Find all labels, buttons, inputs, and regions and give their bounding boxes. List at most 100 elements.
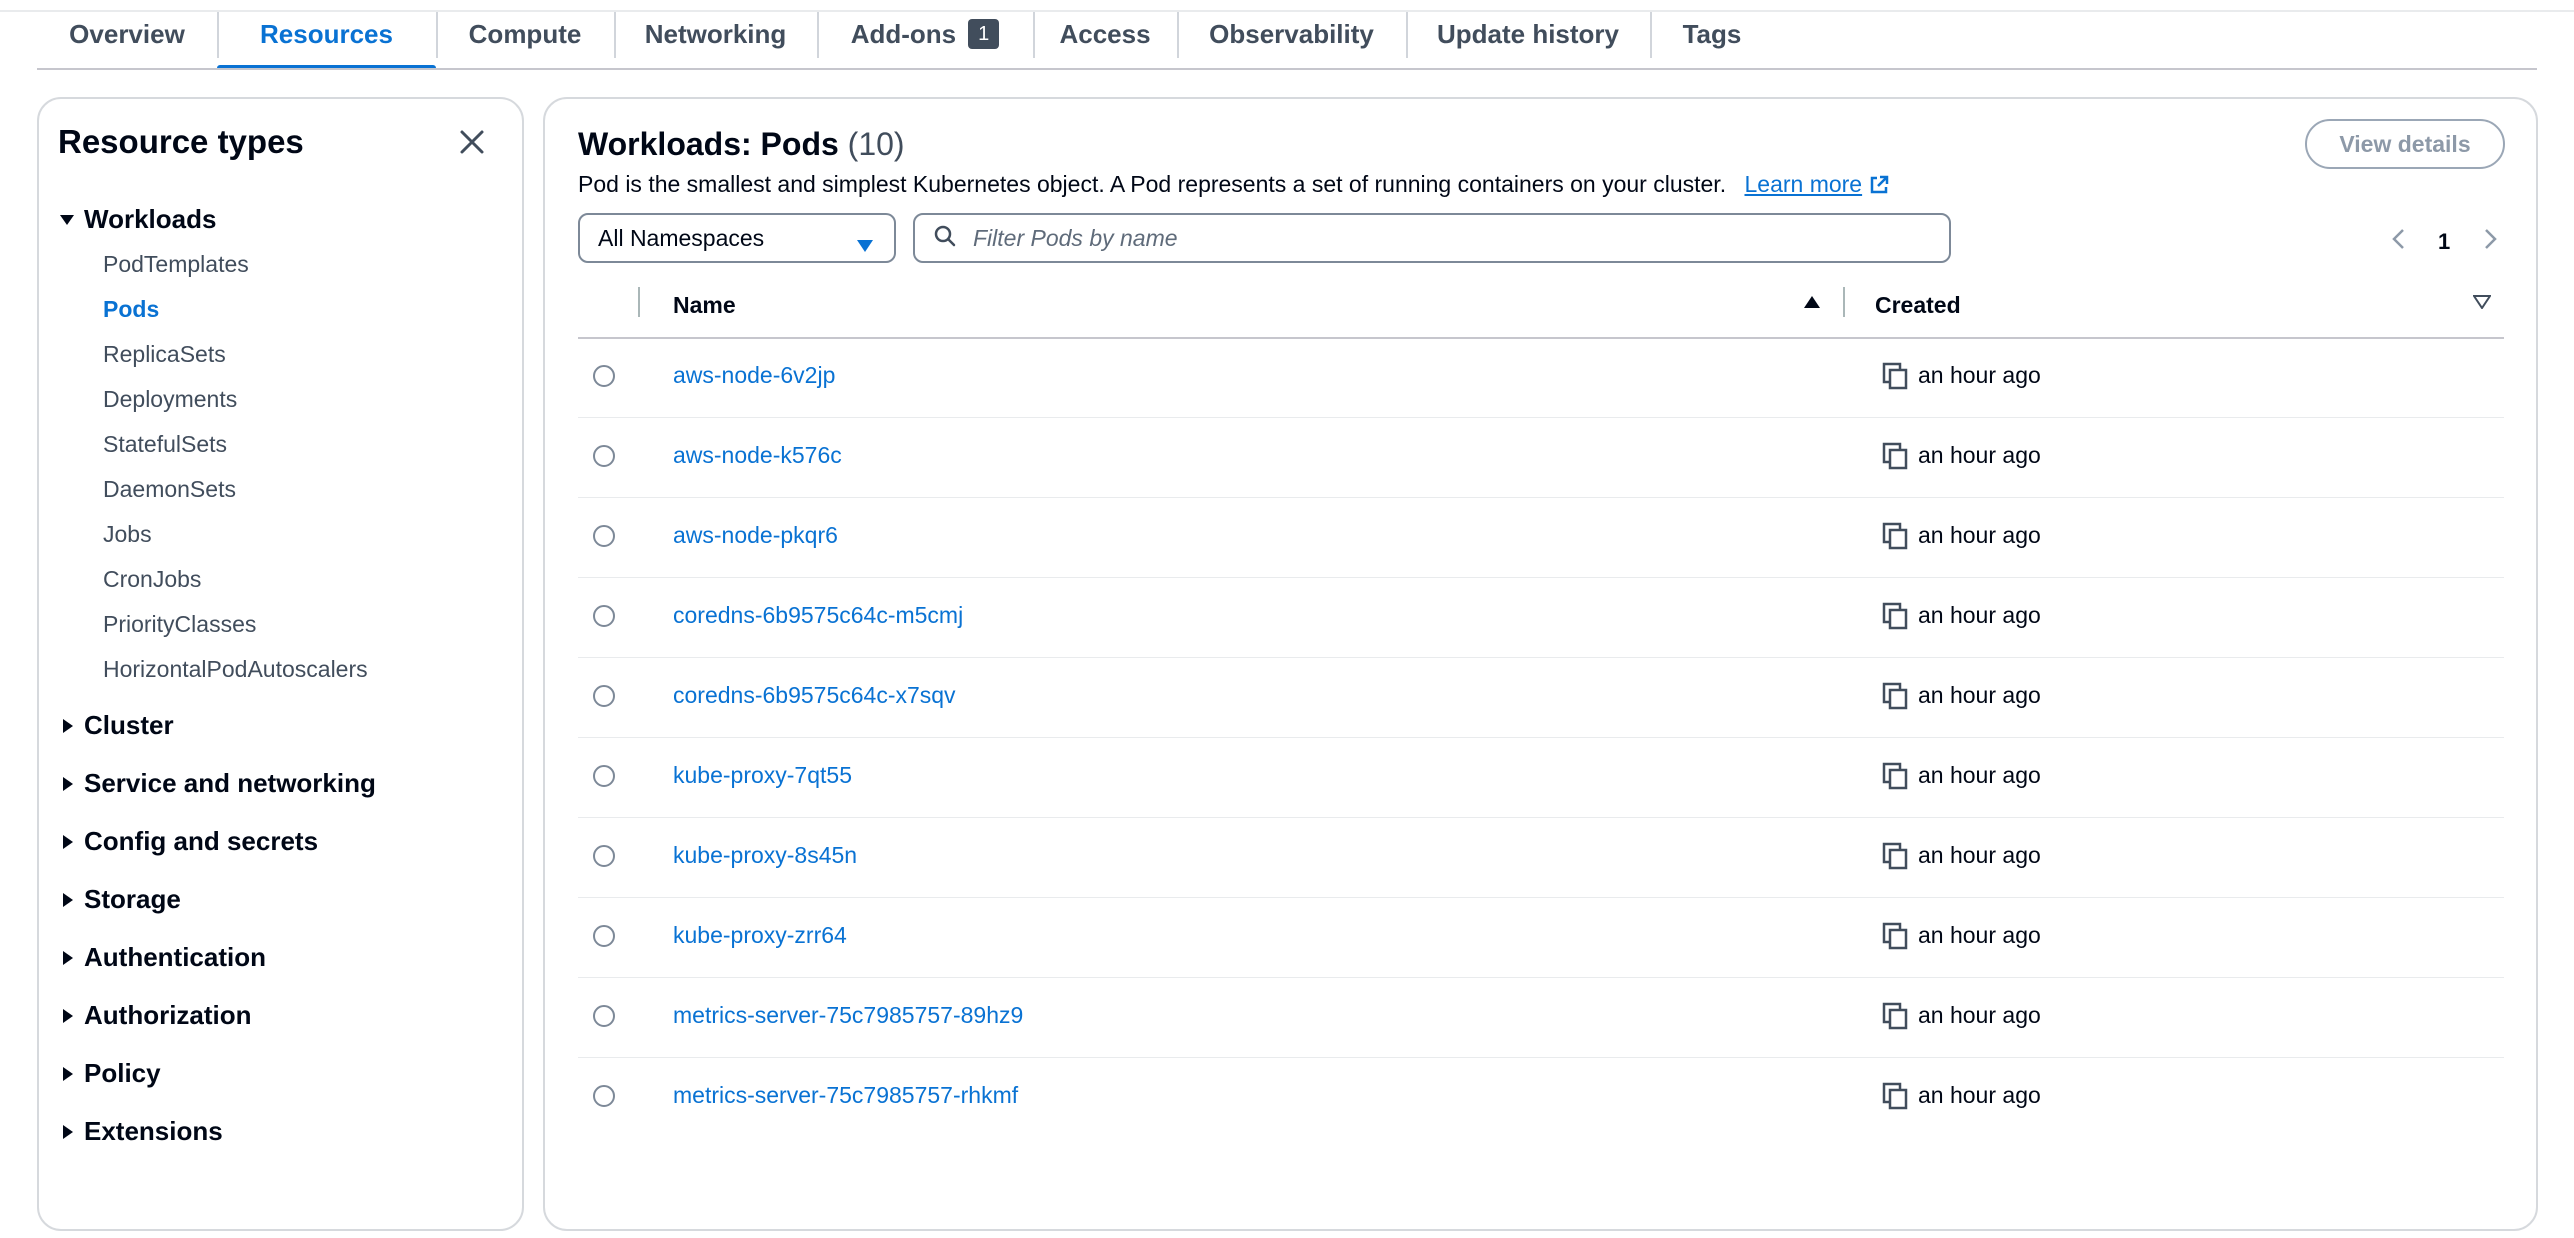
table-row[interactable]: kube-proxy-7qt55 an hour ago [578, 737, 2504, 818]
tab-overview[interactable]: Overview [37, 0, 217, 68]
table-row[interactable]: aws-node-k576c an hour ago [578, 417, 2504, 498]
view-details-button[interactable]: View details [2305, 119, 2505, 169]
tab-access[interactable]: Access [1033, 0, 1177, 68]
caret-right-icon [56, 1121, 78, 1143]
row-select-radio[interactable] [593, 685, 615, 707]
copy-icon[interactable] [1882, 842, 1908, 875]
copy-icon[interactable] [1882, 1002, 1908, 1035]
row-select-radio[interactable] [593, 525, 615, 547]
table-row[interactable]: kube-proxy-zrr64 an hour ago [578, 897, 2504, 978]
group-authentication[interactable]: Authentication [56, 942, 266, 973]
sort-descending-icon[interactable] [2472, 295, 2492, 314]
group-label: Policy [84, 1058, 161, 1088]
created-time: an hour ago [1918, 842, 2041, 868]
group-cluster[interactable]: Cluster [56, 710, 174, 741]
tab-add-ons[interactable]: Add-ons 1 [817, 0, 1033, 68]
resource-types-panel: Resource types Workloads PodTemplates Po… [37, 97, 524, 1231]
tab-label: Compute [468, 18, 582, 49]
caret-right-icon [56, 715, 78, 737]
filter-pods-field[interactable] [913, 213, 1951, 263]
pod-count: (10) [847, 126, 905, 162]
tab-label: Tags [1682, 18, 1742, 49]
column-divider [1843, 287, 1845, 317]
created-time: an hour ago [1918, 362, 2041, 388]
pod-name-link[interactable]: kube-proxy-8s45n [673, 842, 857, 869]
group-service-and-networking[interactable]: Service and networking [56, 768, 376, 799]
copy-icon[interactable] [1882, 1082, 1908, 1115]
tab-update-history[interactable]: Update history [1406, 0, 1650, 68]
sidebar-item-pods[interactable]: Pods [103, 296, 159, 323]
table-row[interactable]: coredns-6b9575c64c-m5cmj an hour ago [578, 577, 2504, 658]
next-page-icon[interactable] [2479, 227, 2501, 251]
current-page[interactable]: 1 [2438, 229, 2450, 255]
tab-resources[interactable]: Resources [217, 0, 436, 70]
pod-name-link[interactable]: aws-node-6v2jp [673, 362, 835, 389]
row-select-radio[interactable] [593, 925, 615, 947]
copy-icon[interactable] [1882, 442, 1908, 475]
sidebar-item-priorityclasses[interactable]: PriorityClasses [103, 611, 256, 638]
group-label: Authorization [84, 1000, 252, 1030]
table-row[interactable]: metrics-server-75c7985757-rhkmf an hour … [578, 1057, 2504, 1137]
table-row[interactable]: metrics-server-75c7985757-89hz9 an hour … [578, 977, 2504, 1058]
created-time: an hour ago [1918, 522, 2041, 548]
pod-name-link[interactable]: coredns-6b9575c64c-x7sqv [673, 682, 956, 709]
copy-icon[interactable] [1882, 682, 1908, 715]
sidebar-item-replicasets[interactable]: ReplicaSets [103, 341, 226, 368]
group-workloads[interactable]: Workloads [56, 204, 216, 235]
column-header-name[interactable]: Name [673, 292, 736, 319]
copy-icon[interactable] [1882, 602, 1908, 635]
pod-name-link[interactable]: coredns-6b9575c64c-m5cmj [673, 602, 963, 629]
tab-tags[interactable]: Tags [1650, 0, 1774, 68]
copy-icon[interactable] [1882, 522, 1908, 555]
sort-ascending-icon[interactable] [1803, 295, 1821, 314]
sidebar-item-deployments[interactable]: Deployments [103, 386, 237, 413]
close-icon[interactable] [457, 127, 487, 157]
learn-more-link[interactable]: Learn more [1744, 171, 1890, 197]
pod-name-link[interactable]: metrics-server-75c7985757-rhkmf [673, 1082, 1018, 1109]
group-config-and-secrets[interactable]: Config and secrets [56, 826, 318, 857]
copy-icon[interactable] [1882, 362, 1908, 395]
sidebar-item-jobs[interactable]: Jobs [103, 521, 152, 548]
table-row[interactable]: aws-node-pkqr6 an hour ago [578, 497, 2504, 578]
group-label: Authentication [84, 942, 266, 972]
title-text: Workloads: Pods [578, 126, 839, 162]
pod-name-link[interactable]: kube-proxy-7qt55 [673, 762, 852, 789]
pod-name-link[interactable]: aws-node-k576c [673, 442, 842, 469]
group-policy[interactable]: Policy [56, 1058, 161, 1089]
table-row[interactable]: aws-node-6v2jp an hour ago [578, 337, 2504, 418]
row-select-radio[interactable] [593, 445, 615, 467]
tab-observability[interactable]: Observability [1177, 0, 1406, 68]
row-select-radio[interactable] [593, 1085, 615, 1107]
tab-networking[interactable]: Networking [614, 0, 817, 68]
sidebar-item-statefulsets[interactable]: StatefulSets [103, 431, 227, 458]
group-storage[interactable]: Storage [56, 884, 181, 915]
pod-name-link[interactable]: aws-node-pkqr6 [673, 522, 838, 549]
row-select-radio[interactable] [593, 845, 615, 867]
copy-icon[interactable] [1882, 762, 1908, 795]
pod-name-link[interactable]: metrics-server-75c7985757-89hz9 [673, 1002, 1023, 1029]
pod-name-link[interactable]: kube-proxy-zrr64 [673, 922, 847, 949]
namespace-select[interactable]: All Namespaces [578, 213, 896, 263]
filter-pods-input[interactable] [971, 223, 1875, 253]
copy-icon[interactable] [1882, 922, 1908, 955]
sidebar-item-podtemplates[interactable]: PodTemplates [103, 251, 249, 278]
sidebar-item-horizontalpodautoscalers[interactable]: HorizontalPodAutoscalers [103, 656, 368, 683]
created-time: an hour ago [1918, 442, 2041, 468]
previous-page-icon[interactable] [2388, 227, 2410, 251]
table-row[interactable]: coredns-6b9575c64c-x7sqv an hour ago [578, 657, 2504, 738]
sidebar-item-daemonsets[interactable]: DaemonSets [103, 476, 236, 503]
table-row[interactable]: kube-proxy-8s45n an hour ago [578, 817, 2504, 898]
group-extensions[interactable]: Extensions [56, 1116, 223, 1147]
learn-more-label: Learn more [1744, 171, 1863, 197]
tab-compute[interactable]: Compute [436, 0, 614, 68]
group-authorization[interactable]: Authorization [56, 1000, 252, 1031]
row-select-radio[interactable] [593, 765, 615, 787]
row-select-radio[interactable] [593, 605, 615, 627]
column-header-created[interactable]: Created [1875, 292, 1961, 319]
row-select-radio[interactable] [593, 365, 615, 387]
caret-down-icon [856, 232, 874, 259]
row-select-radio[interactable] [593, 1005, 615, 1027]
sidebar-item-cronjobs[interactable]: CronJobs [103, 566, 201, 593]
tab-label: Networking [644, 18, 787, 49]
caret-right-icon [56, 1063, 78, 1085]
